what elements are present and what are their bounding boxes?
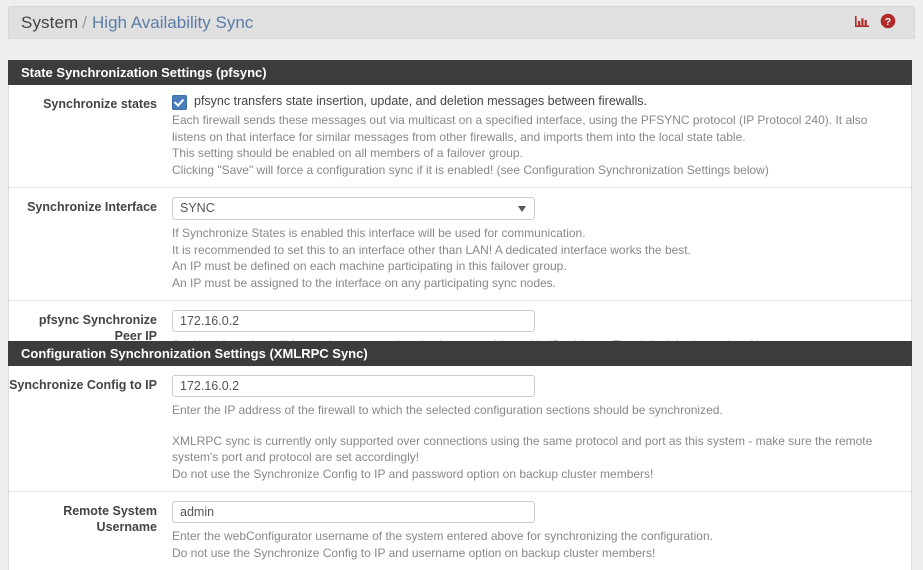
pfsync-peer-ip-input[interactable] [172, 310, 535, 332]
help-text: An IP must be defined on each machine pa… [172, 259, 567, 273]
help-circle-icon[interactable]: ? [880, 13, 896, 32]
section-title-pfsync: State Synchronization Settings (pfsync) [8, 60, 912, 85]
help-text: This setting should be enabled on all me… [172, 146, 523, 160]
breadcrumb-separator: / [82, 12, 88, 32]
section-body-xmlrpc: Synchronize Config to IP Enter the IP ad… [8, 366, 912, 570]
help-text: It is recommended to set this to an inte… [172, 242, 691, 257]
row-synchronize-interface: Synchronize Interface SYNC If Synchroniz… [9, 187, 911, 300]
label-synchronize-config-to-ip: Synchronize Config to IP [9, 378, 157, 392]
header-icon-group: ? [854, 13, 904, 32]
section-xmlrpc: Configuration Synchronization Settings (… [8, 341, 915, 570]
help-text: Enter the webConfigurator username of th… [172, 529, 713, 543]
row-synchronize-config-to-ip: Synchronize Config to IP Enter the IP ad… [9, 366, 911, 491]
help-text: Do not use the Synchronize Config to IP … [172, 466, 654, 481]
synchronize-config-to-ip-input[interactable] [172, 375, 535, 397]
label-synchronize-interface: Synchronize Interface [27, 200, 157, 214]
remote-system-username-input[interactable] [172, 501, 535, 523]
synchronize-interface-select[interactable]: SYNC [172, 197, 535, 220]
section-pfsync: State Synchronization Settings (pfsync) … [8, 60, 915, 363]
breadcrumb-bar: System / High Availability Sync ? [8, 6, 915, 39]
synchronize-states-checkbox-label: pfsync transfers state insertion, update… [194, 94, 648, 108]
label-remote-system-username: Remote System Username [63, 504, 157, 534]
help-text: XMLRPC sync is currently only supported … [172, 433, 873, 465]
section-title-xmlrpc: Configuration Synchronization Settings (… [8, 341, 912, 366]
breadcrumb-current[interactable]: High Availability Sync [92, 13, 253, 33]
help-text: If Synchronize States is enabled this in… [172, 226, 586, 240]
label-synchronize-states: Synchronize states [43, 97, 157, 111]
help-text: Clicking "Save" will force a configurati… [172, 162, 769, 177]
bar-chart-icon[interactable] [854, 13, 871, 32]
row-synchronize-states: Synchronize states pfsync transfers stat… [9, 85, 911, 187]
row-remote-system-username: Remote System Username Enter the webConf… [9, 491, 911, 570]
synchronize-states-checkbox[interactable] [172, 95, 187, 110]
section-body-pfsync: Synchronize states pfsync transfers stat… [8, 85, 912, 363]
svg-text:?: ? [885, 16, 891, 28]
synchronize-states-checkbox-line[interactable]: pfsync transfers state insertion, update… [172, 94, 899, 110]
help-text: An IP must be assigned to the interface … [172, 275, 557, 290]
synchronize-interface-select-wrap[interactable]: SYNC [172, 197, 535, 220]
help-text: Enter the IP address of the firewall to … [172, 403, 723, 417]
help-text: Each firewall sends these messages out v… [172, 113, 868, 144]
help-text: Do not use the Synchronize Config to IP … [172, 545, 656, 560]
chevron-down-icon[interactable] [518, 206, 526, 212]
breadcrumb-root[interactable]: System [21, 13, 78, 33]
